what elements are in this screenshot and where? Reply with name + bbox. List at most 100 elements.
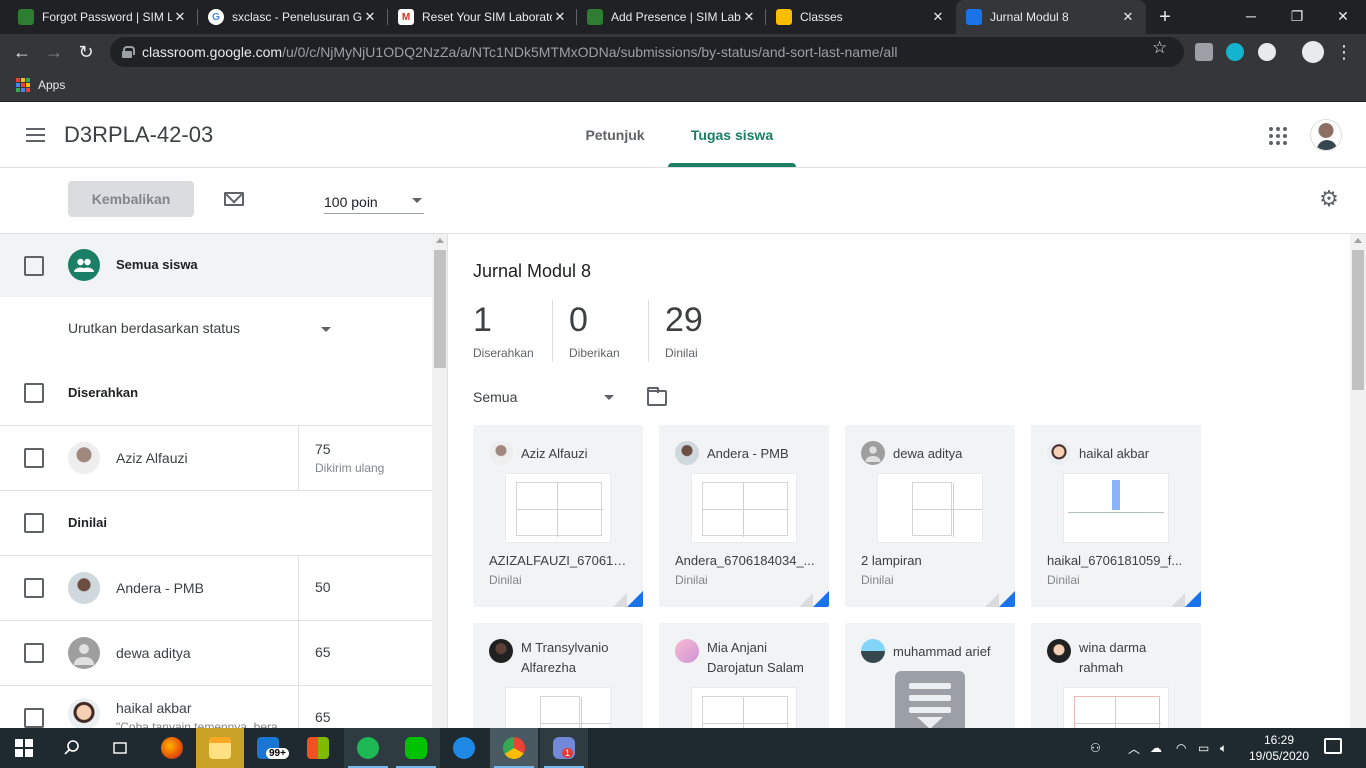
- back-arrow-icon[interactable]: ←: [8, 38, 36, 66]
- close-tab-icon[interactable]: ✕: [552, 9, 568, 25]
- checkbox[interactable]: [24, 448, 44, 468]
- checkbox[interactable]: [24, 383, 44, 403]
- submission-card[interactable]: M Transylvanio Alfarezha: [473, 623, 643, 728]
- extension-icon[interactable]: [1258, 43, 1276, 61]
- filter-select[interactable]: Semua: [473, 389, 517, 405]
- checkbox[interactable]: [24, 578, 44, 598]
- search-icon[interactable]: [48, 728, 96, 768]
- store-icon[interactable]: [294, 728, 342, 768]
- submission-card[interactable]: Mia Anjani Darojatun Salam: [659, 623, 829, 728]
- return-button[interactable]: Kembalikan: [68, 181, 194, 217]
- browser-tab[interactable]: Classes ✕: [766, 0, 956, 34]
- folder-icon[interactable]: [647, 387, 667, 406]
- file-thumbnail[interactable]: [505, 473, 611, 543]
- task-view-icon[interactable]: [96, 728, 144, 768]
- submission-card[interactable]: haikal akbar haikal_6706181059_f... Dini…: [1031, 425, 1201, 607]
- grade-cell[interactable]: 65: [298, 621, 432, 685]
- checkbox[interactable]: [24, 708, 44, 728]
- student-row[interactable]: haikal akbar "Coba tanyain temennya, ber…: [0, 686, 432, 728]
- new-tab-button[interactable]: +: [1152, 4, 1178, 30]
- right-scrollbar[interactable]: [1350, 234, 1366, 728]
- battery-icon[interactable]: ▭: [1198, 728, 1209, 768]
- file-explorer-icon[interactable]: [196, 728, 244, 768]
- checkbox[interactable]: [24, 513, 44, 533]
- spotify-icon[interactable]: [344, 728, 392, 768]
- close-tab-icon[interactable]: ✕: [1120, 9, 1136, 25]
- grade-cell[interactable]: 75 Dikirim ulang: [298, 426, 432, 490]
- scroll-up-arrow-icon[interactable]: [436, 238, 444, 243]
- apps-shortcut[interactable]: Apps: [16, 78, 65, 92]
- submission-card[interactable]: dewa aditya 2 lampiran Dinilai: [845, 425, 1015, 607]
- left-scrollbar[interactable]: [432, 234, 447, 728]
- firefox-icon[interactable]: [148, 728, 196, 768]
- hamburger-menu-icon[interactable]: [26, 128, 45, 142]
- student-row[interactable]: Aziz Alfauzi 75 Dikirim ulang: [0, 426, 432, 491]
- submission-card[interactable]: wina darma rahmah: [1031, 623, 1201, 728]
- close-tab-icon[interactable]: ✕: [362, 9, 378, 25]
- minimize-button[interactable]: ─: [1228, 0, 1274, 34]
- browser-tab[interactable]: G sxclasc - Penelusuran Goo ✕: [198, 0, 388, 34]
- scrollbar-thumb[interactable]: [434, 250, 446, 368]
- profile-avatar-icon[interactable]: [1302, 41, 1324, 63]
- tab-student-work[interactable]: Tugas siswa: [668, 103, 796, 167]
- file-thumbnail[interactable]: [691, 473, 797, 543]
- close-tab-icon[interactable]: ✕: [172, 9, 188, 25]
- card-student-name: Aziz Alfauzi: [521, 446, 588, 461]
- close-tab-icon[interactable]: ✕: [741, 9, 757, 25]
- checkbox[interactable]: [24, 256, 44, 276]
- browser-tab[interactable]: M Reset Your SIM Laborato ✕: [388, 0, 578, 34]
- account-avatar[interactable]: [1310, 119, 1342, 151]
- scrollbar-thumb[interactable]: [1352, 250, 1364, 390]
- mail-icon[interactable]: 99+: [244, 728, 292, 768]
- submission-card[interactable]: muhammad arief: [845, 623, 1015, 728]
- file-thumbnail[interactable]: [877, 473, 983, 543]
- close-tab-icon[interactable]: ✕: [930, 9, 946, 25]
- google-apps-icon[interactable]: [1269, 127, 1287, 145]
- browser-tab-active[interactable]: Jurnal Modul 8 ✕: [956, 0, 1146, 34]
- settings-gear-icon[interactable]: ⚙: [1318, 188, 1340, 210]
- show-hidden-icons-chevron-icon[interactable]: ︿: [1128, 728, 1140, 768]
- grade-cell[interactable]: 50: [298, 556, 432, 620]
- student-row[interactable]: dewa aditya 65: [0, 621, 432, 686]
- volume-icon[interactable]: 🔈︎: [1220, 728, 1227, 768]
- action-center-icon[interactable]: [1324, 738, 1342, 754]
- student-row[interactable]: Andera - PMB 50: [0, 556, 432, 621]
- forward-arrow-icon[interactable]: →: [40, 38, 68, 66]
- extension-icon[interactable]: [1226, 43, 1244, 61]
- dropdown-arrow-icon[interactable]: [321, 327, 331, 332]
- bookmark-star-icon[interactable]: ☆: [1152, 38, 1167, 58]
- close-window-button[interactable]: ✕: [1320, 0, 1366, 34]
- grade-cell[interactable]: 65: [298, 686, 432, 728]
- chrome-icon[interactable]: [490, 728, 538, 768]
- sort-select[interactable]: Urutkan berdasarkan status: [68, 320, 240, 336]
- menu-dots-icon[interactable]: ⋮: [1330, 38, 1358, 66]
- file-thumbnail[interactable]: [1063, 473, 1169, 543]
- submission-card[interactable]: Aziz Alfauzi AZIZALFAUZI_670618... Dinil…: [473, 425, 643, 607]
- download-file-icon[interactable]: [895, 671, 965, 728]
- system-clock[interactable]: 16:29 19/05/2020: [1248, 732, 1310, 764]
- onedrive-cloud-icon[interactable]: ☁: [1150, 728, 1162, 768]
- restore-button[interactable]: ❐: [1274, 0, 1320, 34]
- windows-start-icon[interactable]: [0, 728, 48, 768]
- file-thumbnail[interactable]: [505, 687, 611, 728]
- dropdown-arrow-icon[interactable]: [604, 395, 614, 400]
- extension-icon[interactable]: [1195, 43, 1213, 61]
- email-icon[interactable]: [224, 192, 244, 206]
- address-bar[interactable]: classroom.google.com/u/0/c/NjMyNjU1ODQ2N…: [110, 37, 1184, 67]
- browser-tab[interactable]: Forgot Password | SIM La ✕: [8, 0, 198, 34]
- reload-icon[interactable]: ↻: [72, 38, 100, 66]
- file-thumbnail[interactable]: [691, 687, 797, 728]
- tab-instructions[interactable]: Petunjuk: [570, 103, 660, 167]
- edge-icon[interactable]: [440, 728, 488, 768]
- scroll-up-arrow-icon[interactable]: [1354, 238, 1362, 243]
- browser-tab[interactable]: Add Presence | SIM Lab ✕: [577, 0, 767, 34]
- wifi-icon[interactable]: ◠: [1176, 728, 1186, 768]
- all-students-row[interactable]: Semua siswa: [0, 234, 432, 297]
- people-icon[interactable]: ⚇: [1090, 728, 1101, 768]
- file-thumbnail[interactable]: [1063, 687, 1169, 728]
- line-app-icon[interactable]: [392, 728, 440, 768]
- points-select[interactable]: 100 poin: [324, 188, 424, 214]
- submission-card[interactable]: Andera - PMB Andera_6706184034_... Dinil…: [659, 425, 829, 607]
- checkbox[interactable]: [24, 643, 44, 663]
- discord-icon[interactable]: 1: [540, 728, 588, 768]
